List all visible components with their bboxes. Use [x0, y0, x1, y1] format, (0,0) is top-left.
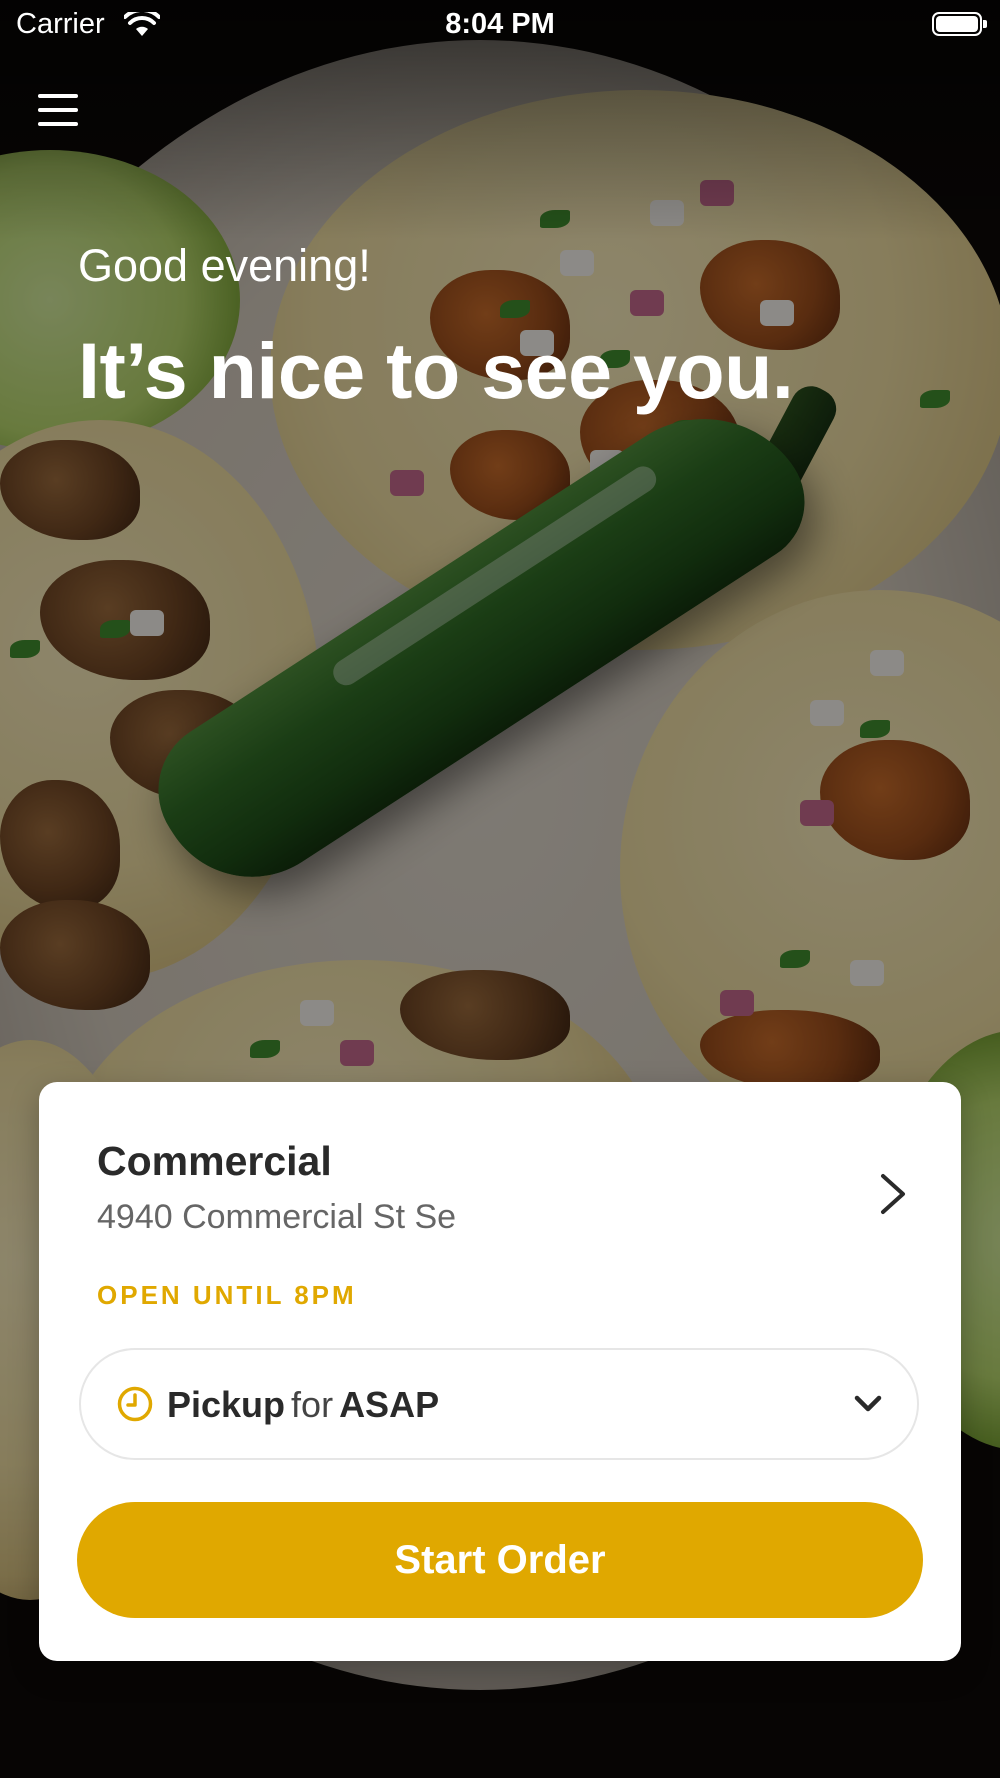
order-mode-dropdown[interactable]: Pickup for ASAP	[79, 1348, 919, 1460]
greeting-text: Good evening!	[78, 240, 371, 291]
headline-text: It’s nice to see you.	[78, 326, 794, 415]
menu-icon[interactable]	[38, 94, 78, 130]
order-mode-text: Pickup for ASAP	[167, 1384, 439, 1426]
chevron-down-icon	[854, 1395, 882, 1412]
store-hours: OPEN UNTIL 8PM	[97, 1280, 357, 1310]
chevron-right-icon	[881, 1174, 905, 1214]
status-bar: Carrier 8:04 PM	[0, 0, 1000, 50]
order-time: ASAP	[339, 1384, 440, 1425]
app-screen: Carrier 8:04 PM Good evening! It’s nice …	[0, 0, 1000, 1778]
store-selector[interactable]: Commercial 4940 Commercial St Se	[97, 1138, 921, 1248]
store-card: Commercial 4940 Commercial St Se OPEN UN…	[39, 1082, 961, 1661]
start-order-button[interactable]: Start Order	[77, 1502, 923, 1618]
store-address: 4940 Commercial St Se	[97, 1198, 457, 1236]
order-method: Pickup	[167, 1384, 286, 1425]
battery-icon	[932, 12, 987, 36]
order-connector: for	[291, 1384, 334, 1425]
clock-icon	[117, 1386, 153, 1422]
status-time: 8:04 PM	[445, 8, 555, 40]
store-name: Commercial	[97, 1138, 332, 1184]
